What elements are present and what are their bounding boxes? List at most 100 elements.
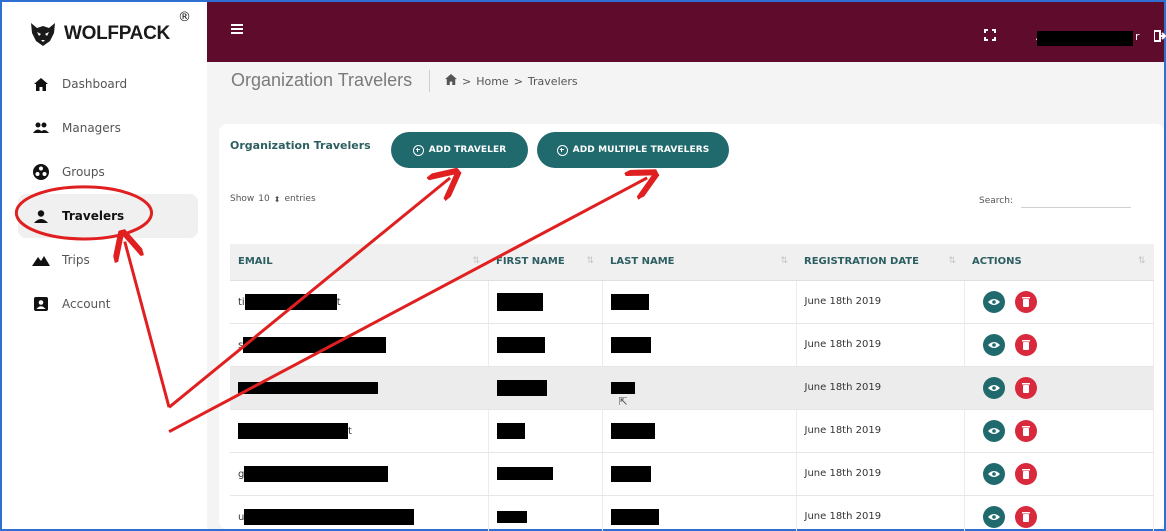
registration-date-cell: June 18th 2019 — [796, 280, 965, 324]
entries-select[interactable]: 10 ⬍ — [258, 194, 280, 204]
add-traveler-button[interactable]: ADD TRAVELER — [391, 132, 528, 168]
mountain-icon — [32, 251, 50, 269]
entries-label: entries — [284, 194, 316, 204]
table-row: u June 18th 2019 — [230, 495, 1154, 531]
actions-cell — [964, 452, 1154, 496]
column-header-first-name[interactable]: FIRST NAME ⇅ — [488, 244, 602, 281]
home-icon[interactable] — [445, 74, 457, 88]
sidebar-item-managers[interactable]: Managers — [18, 106, 198, 150]
logout-icon[interactable] — [1153, 27, 1166, 42]
actions-cell — [964, 495, 1154, 531]
brand-name: WOLFPACK — [64, 23, 170, 44]
fullscreen-icon[interactable] — [984, 26, 996, 41]
page-title: Organization Travelers — [231, 70, 413, 90]
sort-icon: ⇅ — [472, 256, 480, 266]
sidebar-item-label: Groups — [62, 165, 105, 179]
email-cell: s — [230, 323, 489, 367]
last-name-cell — [602, 495, 797, 531]
entries-value: 10 — [258, 194, 270, 204]
search-input[interactable] — [1020, 194, 1131, 208]
email-cell: u — [230, 495, 489, 531]
users-icon — [32, 119, 50, 137]
sidebar-item-dashboard[interactable]: Dashboard — [18, 62, 198, 106]
sidebar-item-label: Account — [62, 297, 111, 311]
brand-logo[interactable]: WOLFPACK ® — [28, 10, 191, 52]
first-name-cell — [488, 495, 603, 531]
breadcrumb-separator: > — [462, 74, 472, 88]
add-multiple-travelers-button[interactable]: ADD MULTIPLE TRAVELERS — [537, 132, 729, 168]
column-header-email[interactable]: EMAIL ⇅ — [230, 244, 488, 281]
view-eye-icon[interactable] — [982, 419, 1005, 442]
add-traveler-label: ADD TRAVELER — [428, 145, 507, 155]
column-header-actions[interactable]: ACTIONS ⇅ — [964, 244, 1154, 281]
view-eye-icon[interactable] — [982, 462, 1005, 485]
groups-icon — [32, 163, 50, 181]
sort-icon: ⇅ — [1137, 256, 1146, 266]
sidebar-item-label: Managers — [62, 121, 121, 135]
registration-date-cell: June 18th 2019 — [796, 452, 965, 496]
sidebar-item-label: Travelers — [62, 209, 125, 223]
sidebar-item-groups[interactable]: Groups — [18, 150, 198, 194]
hamburger-menu-icon[interactable] — [231, 24, 243, 36]
table-row: ti t June 18th 2019 — [230, 280, 1154, 324]
table-row: s June 18th 2019 — [230, 323, 1154, 367]
first-name-cell — [488, 409, 603, 453]
delete-trash-icon[interactable] — [1014, 419, 1037, 442]
table-row: t June 18th 2019 — [230, 409, 1154, 453]
sidebar: WOLFPACK ® Dashboard Managers Groups Tra… — [2, 2, 207, 529]
actions-cell — [964, 366, 1154, 410]
delete-trash-icon[interactable] — [1014, 462, 1037, 485]
card-title: Organization Travelers — [230, 139, 371, 152]
registration-date-cell: June 18th 2019 — [796, 323, 965, 367]
column-header-registration-date[interactable]: REGISTRATION DATE ⇅ — [796, 244, 964, 281]
search-control: Search: — [979, 194, 1131, 208]
sidebar-item-account[interactable]: Account — [18, 282, 198, 326]
view-eye-icon[interactable] — [982, 505, 1005, 528]
email-cell: t — [230, 409, 489, 453]
top-bar: . r — [207, 2, 1166, 62]
breadcrumb-travelers: Travelers — [527, 74, 578, 88]
last-name-cell: ⇱ — [602, 366, 797, 410]
registration-date-cell: June 18th 2019 — [796, 495, 965, 531]
sidebar-item-label: Trips — [62, 253, 90, 267]
email-cell: g — [230, 452, 489, 496]
redacted-user-name — [1037, 31, 1133, 46]
entries-length-control: Show 10 ⬍ entries — [230, 194, 316, 204]
home-icon — [32, 75, 50, 93]
breadcrumb-home[interactable]: Home — [476, 75, 508, 88]
actions-cell — [964, 409, 1154, 453]
sidebar-item-label: Dashboard — [62, 77, 128, 91]
title-divider — [429, 70, 430, 92]
breadcrumb: > Home > Travelers — [445, 74, 578, 88]
view-eye-icon[interactable] — [982, 333, 1005, 356]
wolf-logo-icon — [31, 23, 55, 46]
last-name-cell — [602, 452, 797, 496]
view-eye-icon[interactable] — [982, 290, 1005, 313]
table-header-row: EMAIL ⇅ FIRST NAME ⇅ LAST NAME ⇅ REGISTRATI… — [230, 244, 1154, 281]
first-name-cell — [488, 280, 603, 324]
delete-trash-icon[interactable] — [1014, 290, 1037, 313]
email-cell — [230, 366, 489, 410]
table-row: ⇱ June 18th 2019 — [230, 366, 1154, 410]
sort-icon: ⇅ — [586, 256, 594, 266]
sort-icon: ⇅ — [948, 256, 956, 266]
mouse-cursor-icon: ⇱ — [618, 395, 628, 408]
select-arrows-icon: ⬍ — [273, 194, 281, 204]
registered-mark: ® — [178, 10, 191, 25]
view-eye-icon[interactable] — [982, 376, 1005, 399]
last-name-cell — [602, 323, 797, 367]
main-content: Organization Travelers > Home > Traveler… — [207, 62, 1164, 531]
delete-trash-icon[interactable] — [1014, 376, 1037, 399]
registration-date-cell: June 18th 2019 — [796, 366, 965, 410]
account-card-icon — [32, 295, 50, 313]
breadcrumb-separator: > — [513, 74, 523, 88]
search-label: Search: — [979, 196, 1013, 206]
delete-trash-icon[interactable] — [1014, 505, 1037, 528]
sidebar-item-trips[interactable]: Trips — [18, 238, 198, 282]
actions-cell — [964, 323, 1154, 367]
email-cell: ti t — [230, 280, 489, 324]
column-header-last-name[interactable]: LAST NAME ⇅ — [602, 244, 796, 281]
sidebar-item-travelers[interactable]: Travelers — [18, 194, 198, 238]
show-label: Show — [230, 194, 255, 204]
delete-trash-icon[interactable] — [1014, 333, 1037, 356]
